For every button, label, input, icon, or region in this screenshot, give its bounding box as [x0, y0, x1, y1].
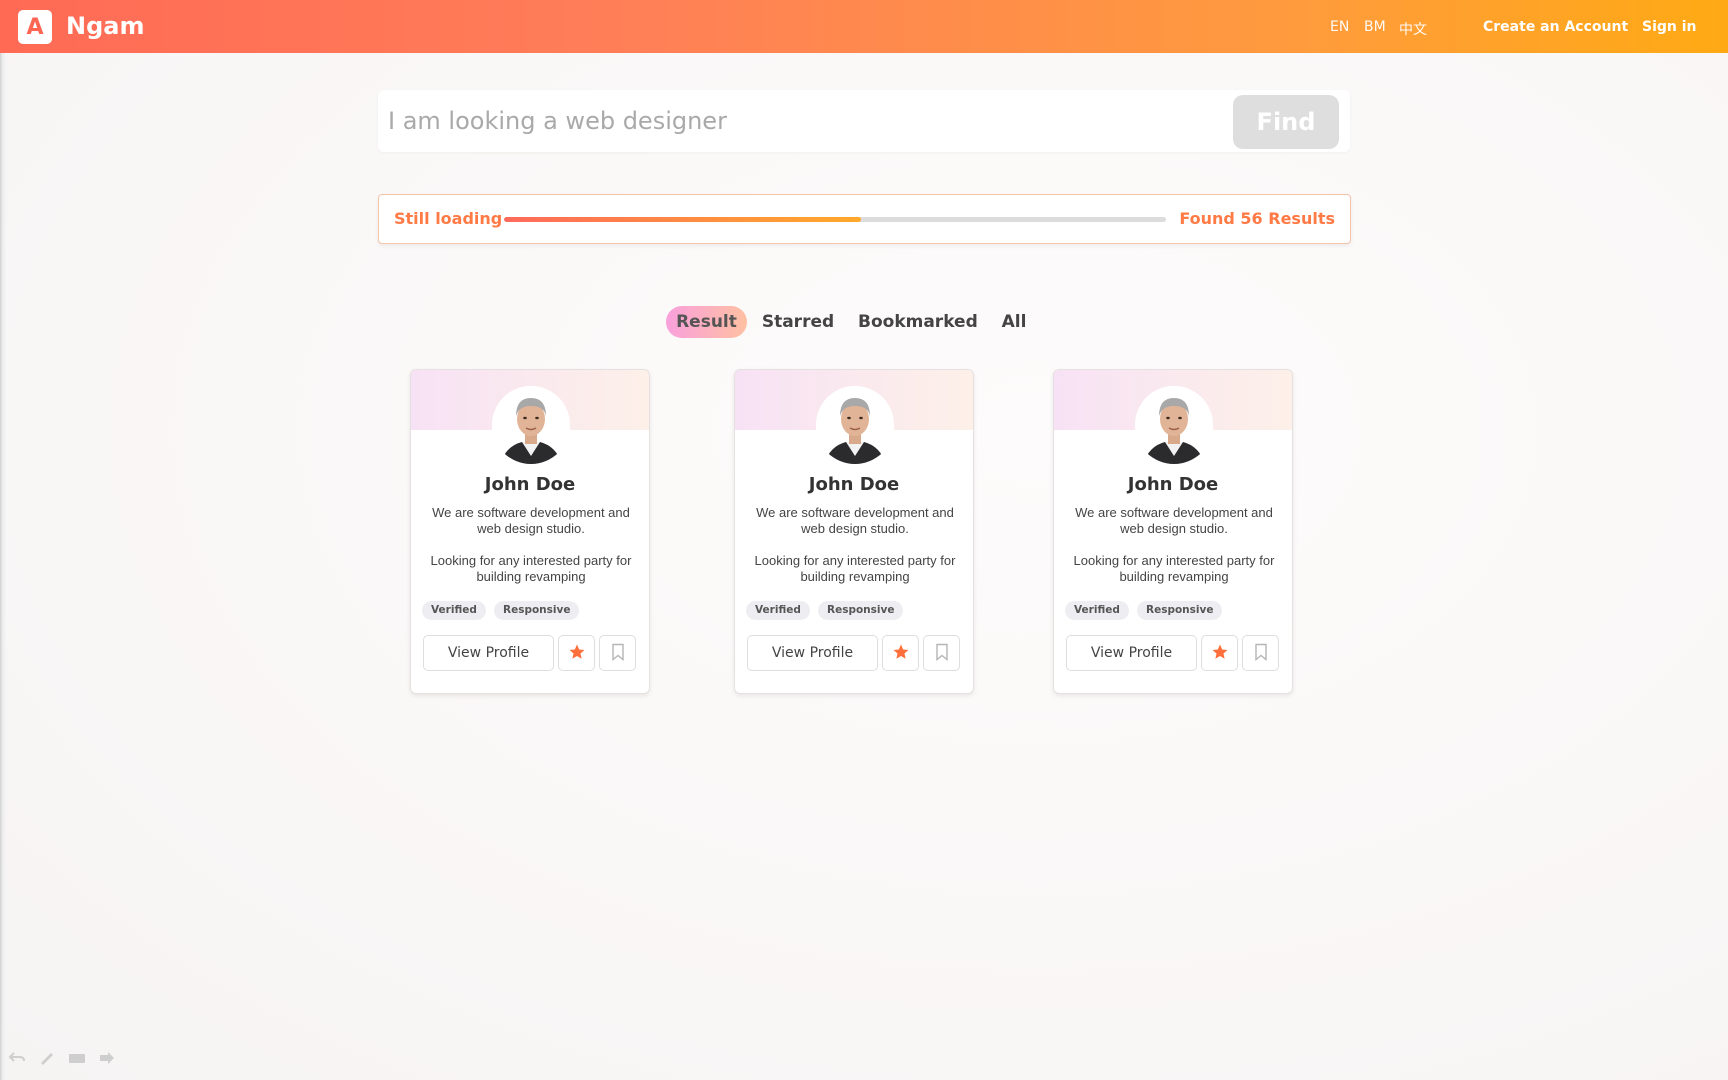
search-input[interactable] — [388, 100, 1228, 142]
star-icon — [892, 643, 910, 664]
progress-bar — [504, 217, 1166, 222]
keyboard-icon[interactable] — [68, 1050, 86, 1066]
profile-card: John Doe We are software development and… — [734, 369, 974, 694]
tab-bookmarked[interactable]: Bookmarked — [858, 306, 978, 338]
brand-name[interactable]: Ngam — [66, 12, 144, 40]
avatar[interactable] — [1135, 386, 1213, 464]
language-bm-link[interactable]: BM — [1364, 19, 1386, 35]
responsive-badge: Responsive — [494, 601, 580, 620]
avatar[interactable] — [492, 386, 570, 464]
logo-icon[interactable]: A — [18, 10, 52, 44]
profile-looking-for: Looking for any interested party for bui… — [754, 553, 956, 584]
tab-starred[interactable]: Starred — [760, 306, 836, 338]
pencil-icon[interactable] — [38, 1050, 56, 1066]
star-button[interactable] — [882, 635, 919, 671]
profile-name: John Doe — [808, 474, 900, 495]
profile-card: John Doe We are software development and… — [1053, 369, 1293, 694]
tab-all[interactable]: All — [996, 306, 1032, 338]
profile-name: John Doe — [1127, 474, 1219, 495]
create-account-link[interactable]: Create an Account — [1483, 19, 1628, 35]
star-button[interactable] — [558, 635, 595, 671]
results-count: Found 56 Results — [1179, 209, 1335, 228]
top-navigation-bar: A Ngam EN BM 中文 Create an Account Sign i… — [0, 0, 1728, 53]
star-icon — [568, 643, 586, 664]
profile-name: John Doe — [484, 474, 576, 495]
forward-icon[interactable] — [98, 1050, 116, 1066]
bookmark-button[interactable] — [923, 635, 960, 671]
bookmark-icon — [934, 643, 950, 664]
responsive-badge: Responsive — [818, 601, 904, 620]
progress-bar-fill — [504, 217, 862, 222]
bookmark-icon — [1253, 643, 1269, 664]
language-en-link[interactable]: EN — [1330, 19, 1349, 35]
view-profile-button[interactable]: View Profile — [423, 635, 554, 671]
profile-looking-for: Looking for any interested party for bui… — [1073, 553, 1275, 584]
view-profile-button[interactable]: View Profile — [747, 635, 878, 671]
sign-in-link[interactable]: Sign in — [1642, 19, 1697, 35]
corner-toolbar — [8, 1050, 116, 1066]
profile-description: We are software development and web desi… — [1075, 505, 1273, 536]
left-edge-border — [0, 53, 6, 1080]
bookmark-button[interactable] — [1242, 635, 1279, 671]
loading-status: Still loading — [394, 209, 503, 228]
result-tabs: Result Starred Bookmarked All — [0, 306, 1728, 338]
verified-badge: Verified — [1065, 601, 1129, 620]
profile-description: We are software development and web desi… — [432, 505, 630, 536]
find-button[interactable]: Find — [1233, 95, 1339, 149]
star-icon — [1211, 643, 1229, 664]
loading-progress-panel: Still loading Found 56 Results — [378, 194, 1351, 244]
star-button[interactable] — [1201, 635, 1238, 671]
tab-result[interactable]: Result — [666, 306, 747, 338]
profile-description: We are software development and web desi… — [756, 505, 954, 536]
verified-badge: Verified — [746, 601, 810, 620]
responsive-badge: Responsive — [1137, 601, 1223, 620]
bookmark-button[interactable] — [599, 635, 636, 671]
profile-card: John Doe We are software development and… — [410, 369, 650, 694]
undo-icon[interactable] — [8, 1050, 26, 1066]
language-zh-link[interactable]: 中文 — [1399, 19, 1427, 39]
verified-badge: Verified — [422, 601, 486, 620]
view-profile-button[interactable]: View Profile — [1066, 635, 1197, 671]
avatar[interactable] — [816, 386, 894, 464]
profile-looking-for: Looking for any interested party for bui… — [430, 553, 632, 584]
bookmark-icon — [610, 643, 626, 664]
search-bar: Find — [378, 90, 1350, 152]
